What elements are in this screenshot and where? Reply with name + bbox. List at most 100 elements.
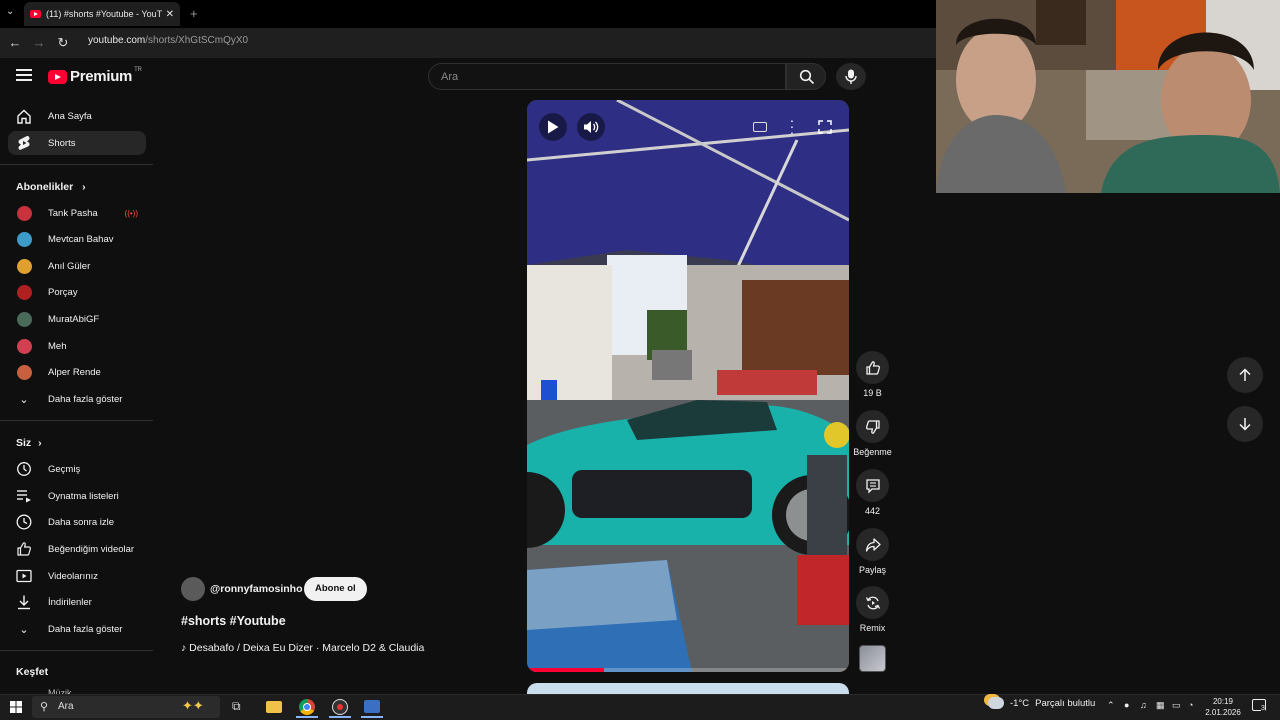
video-frame (527, 100, 849, 672)
short-title: #shorts #Youtube (181, 614, 286, 628)
sidebar-item-label: Anıl Güler (48, 260, 91, 272)
sidebar-item-subscription[interactable]: Alper Rende (8, 360, 146, 384)
home-icon (8, 109, 40, 124)
sidebar-item-liked-videos[interactable]: Beğendiğim videolar (8, 537, 146, 561)
taskbar-search-placeholder: Ara (58, 701, 74, 712)
sidebar-divider (0, 164, 153, 165)
music-line[interactable]: ♪ Desabafo / Deixa Eu Dizer · Marcelo D2… (181, 642, 424, 654)
you-title: Siz (16, 437, 32, 449)
logo-region: TR (134, 66, 142, 73)
live-indicator-icon: ((•)) (124, 208, 138, 218)
volume-icon (584, 121, 599, 133)
play-button[interactable] (539, 113, 567, 141)
sidebar-item-label: İndirilenler (48, 596, 92, 608)
close-tab-icon[interactable]: ✕ (166, 9, 174, 20)
sidebar-item-watch-later[interactable]: Daha sonra izle (8, 510, 146, 534)
sidebar-item-subscription[interactable]: MuratAbiGF (8, 307, 146, 331)
download-icon (8, 594, 40, 610)
subscribe-button[interactable]: Abone ol (304, 577, 367, 601)
like-button[interactable]: 19 B (856, 351, 889, 398)
captions-icon[interactable] (753, 122, 767, 132)
windows-start-icon[interactable] (10, 701, 22, 713)
channel-avatar[interactable] (181, 577, 205, 601)
file-explorer-icon[interactable] (266, 701, 282, 713)
avatar (16, 205, 32, 221)
url-field[interactable]: youtube.com/shorts/XhGtSCmQyX0 (88, 35, 248, 46)
youtube-favicon-icon (30, 10, 41, 18)
remix-label: Remix (859, 623, 886, 633)
weather-widget[interactable]: -1°C Parçalı bulutlu (988, 697, 1095, 709)
voice-search-button[interactable] (836, 63, 866, 90)
sidebar-item-downloads[interactable]: İndirilenler (8, 590, 146, 614)
chrome-icon[interactable] (299, 699, 315, 715)
sidebar-item-label: Geçmiş (48, 463, 81, 475)
sidebar-item-home[interactable]: Ana Sayfa (8, 104, 146, 128)
show-hidden-icons-icon[interactable]: ⌃ (1107, 700, 1115, 711)
sidebar-item-history[interactable]: Geçmiş (8, 457, 146, 481)
more-options-icon[interactable]: · · · (789, 113, 795, 139)
sidebar-item-subscription[interactable]: Anıl Güler (8, 254, 146, 278)
microphone-tray-icon[interactable]: ● (1124, 700, 1129, 710)
show-more-subscriptions[interactable]: ⌄ Daha fazla göster (8, 387, 146, 411)
back-icon[interactable]: ← (6, 34, 24, 52)
device-tray-icon[interactable]: ▭ (1172, 700, 1181, 711)
sidebar-item-label: Porçay (48, 286, 78, 298)
menu-icon[interactable] (16, 69, 32, 81)
show-more-you[interactable]: ⌄ Daha fazla göster (8, 617, 146, 641)
volume-button[interactable] (577, 113, 605, 141)
search-button[interactable] (786, 63, 826, 90)
task-view-icon[interactable]: ⧉ (232, 699, 248, 715)
tab-list-chevron-icon[interactable]: ⌄ (6, 6, 14, 17)
search-highlight-icon: ✦✦ (182, 698, 204, 713)
sidebar-item-label: Tank Pasha (48, 207, 98, 219)
sidebar-item-shorts[interactable]: Shorts (8, 131, 146, 155)
app-window-icon[interactable] (364, 700, 380, 713)
sidebar-item-subscription[interactable]: Meh (8, 334, 146, 358)
you-heading[interactable]: Siz › (16, 437, 42, 449)
wifi-tray-icon[interactable]: ◔ (1188, 700, 1193, 710)
music-note-icon: ♪ (181, 642, 187, 654)
sidebar-divider (0, 420, 153, 421)
subscriptions-heading[interactable]: Abonelikler › (16, 181, 86, 193)
avatar (16, 231, 32, 247)
comments-button[interactable]: 442 (856, 469, 889, 516)
sidebar-item-label: Meh (48, 340, 67, 352)
obs-recording-icon[interactable] (332, 699, 348, 715)
reload-icon[interactable]: ↻ (54, 34, 72, 52)
clock[interactable]: 20:19 2.01.2026 (1200, 696, 1246, 718)
dislike-button[interactable]: Beğenme (853, 410, 892, 457)
next-short-button[interactable] (1227, 406, 1263, 442)
chevron-down-icon: ⌄ (19, 393, 29, 406)
active-app-indicator (296, 716, 318, 718)
sidebar-item-subscription[interactable]: Porçay (8, 280, 146, 304)
speaker-tray-icon[interactable]: ♫ (1140, 700, 1147, 710)
new-tab-button[interactable]: + (190, 6, 198, 21)
previous-short-button[interactable] (1227, 357, 1263, 393)
sound-thumbnail[interactable] (859, 645, 886, 672)
remix-button[interactable]: Remix (856, 586, 889, 633)
channel-name[interactable]: @ronnyfamosinho (210, 583, 303, 595)
fullscreen-icon[interactable] (818, 120, 832, 134)
shorts-player[interactable]: · · · (527, 100, 849, 672)
search-input[interactable]: Ara (428, 63, 786, 90)
browser-tab[interactable]: (11) #shorts #Youtube - YouTube ✕ (24, 2, 180, 26)
forward-icon[interactable]: → (30, 34, 48, 52)
sidebar-item-your-videos[interactable]: Videolarınız (8, 564, 146, 588)
like-count: 19 B (863, 388, 882, 398)
sidebar-item-subscription[interactable]: Mevtcan Bahav (8, 227, 146, 251)
notifications-button[interactable]: 3 (1252, 699, 1266, 713)
active-app-indicator (329, 716, 351, 718)
youtube-premium-logo[interactable]: Premium TR (48, 66, 142, 85)
clock-date: 2.01.2026 (1205, 708, 1241, 717)
taskbar-search[interactable]: ⚲ Ara ✦✦ (32, 696, 220, 718)
like-icon (865, 360, 880, 375)
share-button[interactable]: Paylaş (856, 528, 889, 575)
chevron-down-icon: ⌄ (19, 623, 29, 636)
sidebar-item-playlists[interactable]: Oynatma listeleri (8, 484, 146, 508)
active-app-indicator (361, 716, 383, 718)
progress-track[interactable] (527, 668, 849, 672)
sidebar-item-subscription[interactable]: Tank Pasha ((•)) (8, 201, 146, 225)
network-tray-icon[interactable]: ▦ (1156, 700, 1165, 711)
dislike-label: Beğenme (853, 447, 892, 457)
arrow-up-icon (1239, 368, 1251, 381)
